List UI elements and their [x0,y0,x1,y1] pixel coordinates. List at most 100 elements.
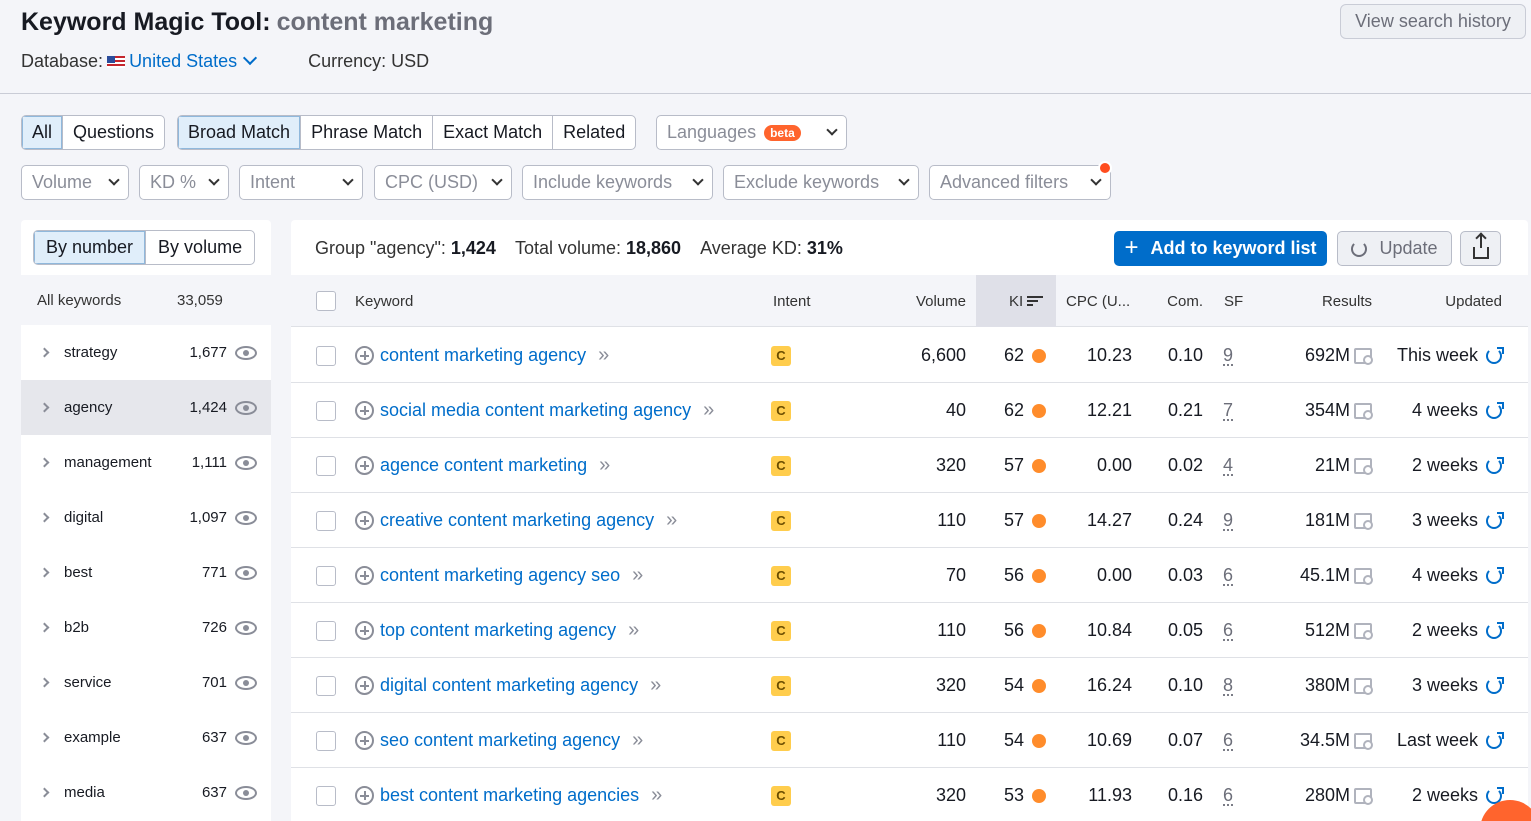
update-button[interactable]: Update [1337,231,1452,266]
keyword-link[interactable]: agence content marketing [380,455,587,476]
add-keyword-icon[interactable] [355,621,374,640]
add-keyword-icon[interactable] [355,401,374,420]
refresh-icon[interactable] [1486,676,1504,694]
keyword-details-icon[interactable]: » [666,509,677,532]
serp-preview-icon[interactable] [1354,512,1373,530]
row-checkbox[interactable] [316,603,336,658]
keyword-link[interactable]: creative content marketing agency [380,510,654,531]
tab-all[interactable]: All [22,116,64,149]
languages-dropdown[interactable]: Languages beta [656,115,847,150]
eye-icon[interactable] [235,455,257,470]
group-item[interactable]: agency 1,424 [21,380,271,435]
volume-filter[interactable]: Volume [21,165,129,200]
row-checkbox[interactable] [316,548,336,603]
serp-features-link[interactable]: 6 [1223,730,1233,751]
group-item[interactable]: media 637 [21,765,271,820]
add-keyword-icon[interactable] [355,511,374,530]
serp-preview-icon[interactable] [1354,622,1373,640]
keyword-details-icon[interactable]: » [598,344,609,367]
select-all-checkbox[interactable] [316,275,336,327]
serp-features-link[interactable]: 6 [1223,565,1233,586]
serp-features-link[interactable]: 7 [1223,400,1233,421]
col-keyword[interactable]: Keyword [355,275,413,327]
row-checkbox[interactable] [316,658,336,713]
tab-phrase-match[interactable]: Phrase Match [301,116,434,149]
export-button[interactable] [1460,231,1501,266]
add-keyword-icon[interactable] [355,731,374,750]
keyword-details-icon[interactable]: » [632,564,643,587]
chevron-right-icon[interactable] [39,512,50,523]
serp-features-link[interactable]: 9 [1223,510,1233,531]
exclude-keywords-filter[interactable]: Exclude keywords [723,165,919,200]
eye-icon[interactable] [235,620,257,635]
serp-preview-icon[interactable] [1354,457,1373,475]
keyword-link[interactable]: content marketing agency [380,345,586,366]
intent-filter[interactable]: Intent [239,165,363,200]
add-keyword-icon[interactable] [355,786,374,805]
serp-preview-icon[interactable] [1354,677,1373,695]
serp-preview-icon[interactable] [1354,347,1373,365]
group-item[interactable]: b2b 726 [21,600,271,655]
add-keyword-icon[interactable] [355,566,374,585]
col-results[interactable]: Results [1291,275,1372,327]
keyword-details-icon[interactable]: » [632,729,643,752]
serp-features-link[interactable]: 6 [1223,620,1233,641]
sort-by-volume[interactable]: By volume [146,231,254,264]
refresh-icon[interactable] [1486,621,1504,639]
eye-icon[interactable] [235,565,257,580]
col-serp-features[interactable]: SF [1224,275,1243,327]
serp-preview-icon[interactable] [1354,787,1373,805]
add-keyword-icon[interactable] [355,456,374,475]
refresh-icon[interactable] [1486,456,1504,474]
tab-questions[interactable]: Questions [63,116,164,149]
eye-icon[interactable] [235,675,257,690]
database-selector[interactable]: United States [129,51,237,71]
tab-exact-match[interactable]: Exact Match [433,116,554,149]
tab-broad-match[interactable]: Broad Match [178,116,302,149]
add-keyword-icon[interactable] [355,676,374,695]
keyword-details-icon[interactable]: » [651,784,662,807]
serp-features-link[interactable]: 4 [1223,455,1233,476]
group-item[interactable]: best 771 [21,545,271,600]
col-updated[interactable]: Updated [1411,275,1502,327]
refresh-icon[interactable] [1486,401,1504,419]
serp-features-link[interactable]: 8 [1223,675,1233,696]
group-item[interactable]: management 1,111 [21,435,271,490]
row-checkbox[interactable] [316,713,336,768]
chevron-right-icon[interactable] [39,567,50,578]
keyword-link[interactable]: top content marketing agency [380,620,616,641]
advanced-filters[interactable]: Advanced filters [929,165,1111,200]
eye-icon[interactable] [235,345,257,360]
group-item[interactable]: service 701 [21,655,271,710]
chevron-right-icon[interactable] [39,787,50,798]
keyword-details-icon[interactable]: » [650,674,661,697]
keyword-link[interactable]: digital content marketing agency [380,675,638,696]
add-keyword-icon[interactable] [355,346,374,365]
chevron-right-icon[interactable] [39,622,50,633]
row-checkbox[interactable] [316,768,336,821]
eye-icon[interactable] [235,730,257,745]
all-keywords-row[interactable]: All keywords 33,059 [21,275,271,325]
keyword-details-icon[interactable]: » [599,454,610,477]
col-cpc[interactable]: CPC (U... [1066,275,1130,327]
kd-filter[interactable]: KD % [139,165,229,200]
keyword-link[interactable]: content marketing agency seo [380,565,620,586]
cpc-filter[interactable]: CPC (USD) [374,165,512,200]
row-checkbox[interactable] [316,438,336,493]
eye-icon[interactable] [235,785,257,800]
view-search-history-button[interactable]: View search history [1340,4,1526,39]
refresh-icon[interactable] [1486,346,1504,364]
tab-related[interactable]: Related [553,116,635,149]
row-checkbox[interactable] [316,493,336,548]
sort-icon[interactable] [1027,294,1044,308]
refresh-icon[interactable] [1486,731,1504,749]
refresh-icon[interactable] [1486,566,1504,584]
include-keywords-filter[interactable]: Include keywords [522,165,713,200]
serp-preview-icon[interactable] [1354,732,1373,750]
serp-preview-icon[interactable] [1354,567,1373,585]
col-intent[interactable]: Intent [773,275,811,327]
sort-by-number[interactable]: By number [34,231,147,264]
row-checkbox[interactable] [316,328,336,383]
chevron-down-icon[interactable] [243,50,258,66]
chevron-right-icon[interactable] [39,677,50,688]
